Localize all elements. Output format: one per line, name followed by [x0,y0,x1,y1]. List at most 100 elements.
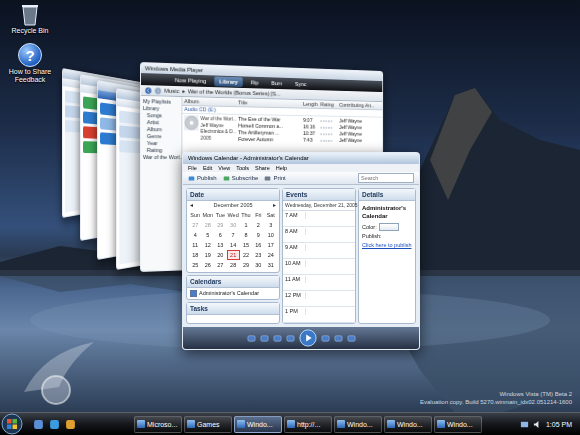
nav-item[interactable]: War of the Worl... [142,154,181,161]
day-cell[interactable]: 21 [227,250,240,260]
column-title[interactable]: Title [238,98,301,107]
day-cell[interactable]: 27 [214,260,226,270]
publish-link[interactable]: Click here to publish [362,242,412,249]
day-cell[interactable]: 31 [265,260,277,270]
track-rating[interactable] [320,124,337,131]
nav-item[interactable]: Library [142,105,181,113]
menu-item[interactable]: Tools [236,164,249,172]
day-cell[interactable]: 7 [227,230,240,240]
breadcrumb-item[interactable]: Music [164,87,179,95]
nav-item[interactable]: Genre [142,133,181,140]
quick-launch-icon[interactable] [49,419,60,430]
forward-arrow-icon[interactable] [155,87,162,94]
next-icon[interactable] [321,334,330,343]
taskbar-button[interactable]: http://... [284,416,332,433]
network-icon[interactable] [520,420,529,429]
hour-row[interactable]: 12 PM [283,291,355,307]
day-cell[interactable]: 24 [265,250,277,260]
volume-icon[interactable] [533,420,542,429]
volume-icon[interactable] [347,334,356,343]
player-tab[interactable]: Sync [290,79,310,89]
day-cell[interactable]: 30 [252,260,264,270]
hour-row[interactable]: 8 AM [283,227,355,243]
column-title[interactable]: Length [303,100,319,108]
calendar-checkbox[interactable] [190,290,197,297]
next-month-button[interactable]: ▸ [273,202,276,209]
start-orb-icon[interactable] [0,413,24,435]
mute-icon[interactable] [334,334,343,343]
toolbar-button[interactable]: Print [264,174,285,183]
day-cell[interactable]: 20 [214,250,226,260]
quick-launch-icon[interactable] [65,419,76,430]
day-cell[interactable]: 5 [201,230,214,240]
nav-item[interactable]: My Playlists [142,98,181,106]
previous-icon[interactable] [286,334,295,343]
repeat-icon[interactable] [260,334,269,343]
hour-row[interactable]: 1 PM [283,307,355,323]
search-field[interactable]: Search [358,173,414,183]
player-tab[interactable]: Rip [246,77,263,87]
taskbar-button[interactable]: Microso... [134,416,182,433]
menu-item[interactable]: View [218,164,230,172]
nav-item[interactable]: Album [142,126,181,133]
day-cell[interactable]: 26 [201,260,214,270]
day-cell[interactable]: 17 [265,240,277,250]
menu-item[interactable]: File [188,164,197,172]
hour-row[interactable]: 9 AM [283,243,355,259]
day-cell[interactable]: 29 [214,220,226,230]
day-cell[interactable]: 27 [189,220,201,230]
desktop-icon[interactable]: Recycle Bin [2,2,58,35]
column-title[interactable]: Rating [320,101,337,109]
day-cell[interactable]: 11 [189,240,201,250]
nav-item[interactable]: Artist [142,119,181,127]
day-cell[interactable]: 19 [201,250,214,260]
day-cell[interactable]: 15 [240,240,252,250]
day-cell[interactable]: 30 [227,220,240,230]
track-rating[interactable] [320,130,337,137]
column-title[interactable]: Album [184,97,236,106]
day-cell[interactable]: 9 [252,230,264,240]
track-row[interactable]: Forever Autumn7:43Jeff Wayne [238,136,380,144]
calendar-item[interactable]: Administrator's Calendar [187,288,279,299]
menu-item[interactable]: Edit [203,164,212,172]
day-cell[interactable]: 25 [189,260,201,270]
taskbar-button[interactable]: Windo... [384,416,432,433]
day-cell[interactable]: 23 [252,250,264,260]
taskbar-button[interactable]: Windo... [234,416,282,433]
taskbar-button[interactable]: Games [184,416,232,433]
player-tab[interactable]: Burn [267,78,287,88]
quick-launch-icon[interactable] [33,419,44,430]
track-rating[interactable] [320,117,337,124]
day-cell[interactable]: 22 [240,250,252,260]
day-cell[interactable]: 12 [201,240,214,250]
toolbar-button[interactable]: Publish [188,174,217,183]
taskbar-button[interactable]: Windo... [434,416,482,433]
nav-item[interactable]: Songs [142,112,181,120]
stop-icon[interactable] [273,334,282,343]
day-cell[interactable]: 4 [189,230,201,240]
day-cell[interactable]: 16 [252,240,264,250]
toolbar-button[interactable]: Subscribe [223,174,259,183]
day-cell[interactable]: 6 [214,230,226,240]
day-cell[interactable]: 10 [265,230,277,240]
nav-item[interactable]: Year [142,140,181,147]
column-title[interactable]: Contributing Art... [339,101,381,109]
shuffle-icon[interactable] [247,334,256,343]
menu-item[interactable]: Share [255,164,270,172]
track-rating[interactable] [320,137,337,144]
day-cell[interactable]: 2 [252,220,264,230]
prev-month-button[interactable]: ◂ [190,202,193,209]
back-arrow-icon[interactable] [145,87,152,94]
player-tab[interactable]: Now Playing [170,75,211,86]
day-cell[interactable]: 8 [240,230,252,240]
day-cell[interactable]: 28 [201,220,214,230]
day-cell[interactable]: 18 [189,250,201,260]
nav-item[interactable]: Rating [142,147,181,154]
hour-row[interactable]: 10 AM [283,259,355,275]
menu-item[interactable]: Help [276,164,287,172]
hour-row[interactable]: 11 AM [283,275,355,291]
calendar-window[interactable]: Windows Calendar - Administrator's Calen… [182,152,420,350]
day-cell[interactable]: 13 [214,240,226,250]
clock[interactable]: 1:05 PM [546,421,572,428]
play-icon[interactable] [299,329,317,347]
